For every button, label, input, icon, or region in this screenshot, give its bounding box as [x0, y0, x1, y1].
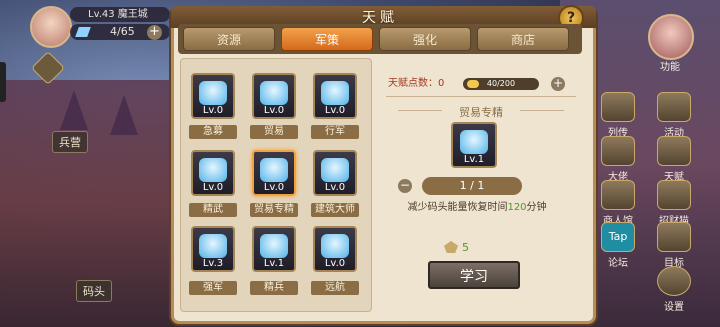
skill-recruit[interactable]: Lv.0	[191, 73, 235, 119]
divider	[386, 96, 576, 97]
skill-warrior[interactable]: Lv.0	[191, 150, 235, 196]
skill-building[interactable]: Lv.0	[313, 150, 357, 196]
skill-level: Lv.3	[202, 258, 224, 269]
level-city-label: Lv.43 魔王城	[70, 7, 170, 22]
tab-shop[interactable]: 商店	[477, 27, 569, 51]
trade-master-icon	[460, 130, 488, 154]
skill-name: 贸易	[250, 125, 298, 139]
skill-name: 远航	[311, 281, 359, 295]
march-flag-icon	[321, 81, 349, 105]
merchant-icon	[601, 180, 635, 210]
army-up-icon	[199, 234, 227, 258]
menu-label: 论坛	[608, 258, 628, 269]
skill-level: Lv.0	[202, 182, 224, 193]
skill-name: 建筑大师	[311, 203, 359, 217]
menu-item-talent[interactable]: 天赋	[652, 136, 696, 183]
add-points-button[interactable]: +	[551, 77, 565, 91]
dock-label[interactable]: 码头	[76, 280, 112, 302]
cat-icon	[657, 180, 691, 210]
tab-strategy[interactable]: 军策	[281, 27, 373, 51]
skill-name: 贸易专精	[250, 203, 298, 217]
book-icon	[601, 92, 635, 122]
menu-item-settings[interactable]: 设置	[652, 266, 696, 313]
learn-button[interactable]: 学习	[428, 261, 520, 289]
skill-trade[interactable]: Lv.0	[252, 73, 296, 119]
desc-suffix: 分钟	[526, 202, 547, 213]
skill-level: Lv.0	[324, 182, 346, 193]
skill-level: Lv.0	[324, 258, 346, 269]
function-label: 功能	[660, 62, 680, 73]
skill-army[interactable]: Lv.3	[191, 226, 235, 272]
selected-skill-level: Lv.1	[463, 154, 485, 165]
player-avatar[interactable]	[30, 6, 72, 48]
elite-icon	[260, 234, 288, 258]
skill-description: 减少码头能量恢复时间120分钟	[396, 200, 558, 216]
menu-item-lucky-cat[interactable]: 招财猫	[652, 180, 696, 227]
skill-name: 行军	[311, 125, 359, 139]
tower-roof	[60, 90, 88, 130]
skill-level: Lv.0	[324, 105, 346, 116]
menu-item-target[interactable]: 目标	[652, 222, 696, 269]
taptap-icon: Tap	[601, 222, 635, 252]
tower-roof	[110, 95, 138, 135]
skill-level: Lv.0	[263, 182, 285, 193]
skill-level: Lv.0	[202, 105, 224, 116]
menu-item-boss[interactable]: 大佬	[596, 136, 640, 183]
warrior-icon	[199, 158, 227, 182]
menu-label: 设置	[664, 302, 684, 313]
menu-item-forum[interactable]: Tap 论坛	[596, 222, 640, 269]
tab-resource[interactable]: 资源	[183, 27, 275, 51]
desc-prefix: 减少码头能量恢复时间	[407, 202, 508, 213]
boss-icon	[601, 136, 635, 166]
coin-icon	[467, 80, 479, 88]
ship-icon	[321, 234, 349, 258]
building-icon	[321, 158, 349, 182]
skill-march[interactable]: Lv.0	[313, 73, 357, 119]
function-button[interactable]: 功能	[648, 58, 692, 73]
talent-points-row: 天赋点数：0 40/200 +	[388, 76, 568, 92]
recruit-icon	[199, 81, 227, 105]
skill-name: 精武	[189, 203, 237, 217]
menu-item-liezhuan[interactable]: 列传	[596, 92, 640, 139]
edge-handle[interactable]	[0, 62, 6, 102]
selected-skill-title: 贸易专精	[459, 106, 503, 119]
tab-enhance[interactable]: 强化	[379, 27, 471, 51]
selected-skill-icon: Lv.1	[451, 122, 497, 168]
star-icon	[657, 92, 691, 122]
skill-trade-master[interactable]: Lv.0	[252, 150, 296, 196]
talent-points-label: 天赋点数：0	[388, 78, 445, 89]
skill-level: Lv.1	[263, 258, 285, 269]
skill-name: 强军	[189, 281, 237, 295]
learn-cost: 5	[462, 241, 469, 254]
menu-item-merchant[interactable]: 商人馆	[596, 180, 640, 227]
target-icon	[657, 222, 691, 252]
resource-add-button[interactable]: +	[147, 25, 162, 40]
desc-value: 120	[507, 202, 527, 213]
trade-icon	[260, 81, 288, 105]
barracks-label[interactable]: 兵营	[52, 131, 88, 153]
talent-icon	[657, 136, 691, 166]
decrease-button[interactable]: −	[398, 179, 412, 193]
skill-name: 精兵	[250, 281, 298, 295]
trade-master-icon	[260, 158, 288, 182]
skill-name: 急募	[189, 125, 237, 139]
skill-elite[interactable]: Lv.1	[252, 226, 296, 272]
function-avatar[interactable]	[648, 14, 694, 60]
skill-voyage[interactable]: Lv.0	[313, 226, 357, 272]
menu-item-activity[interactable]: 活动	[652, 92, 696, 139]
skill-progress: 1 / 1	[422, 177, 522, 195]
skill-level: Lv.0	[263, 105, 285, 116]
gear-icon	[657, 266, 691, 296]
